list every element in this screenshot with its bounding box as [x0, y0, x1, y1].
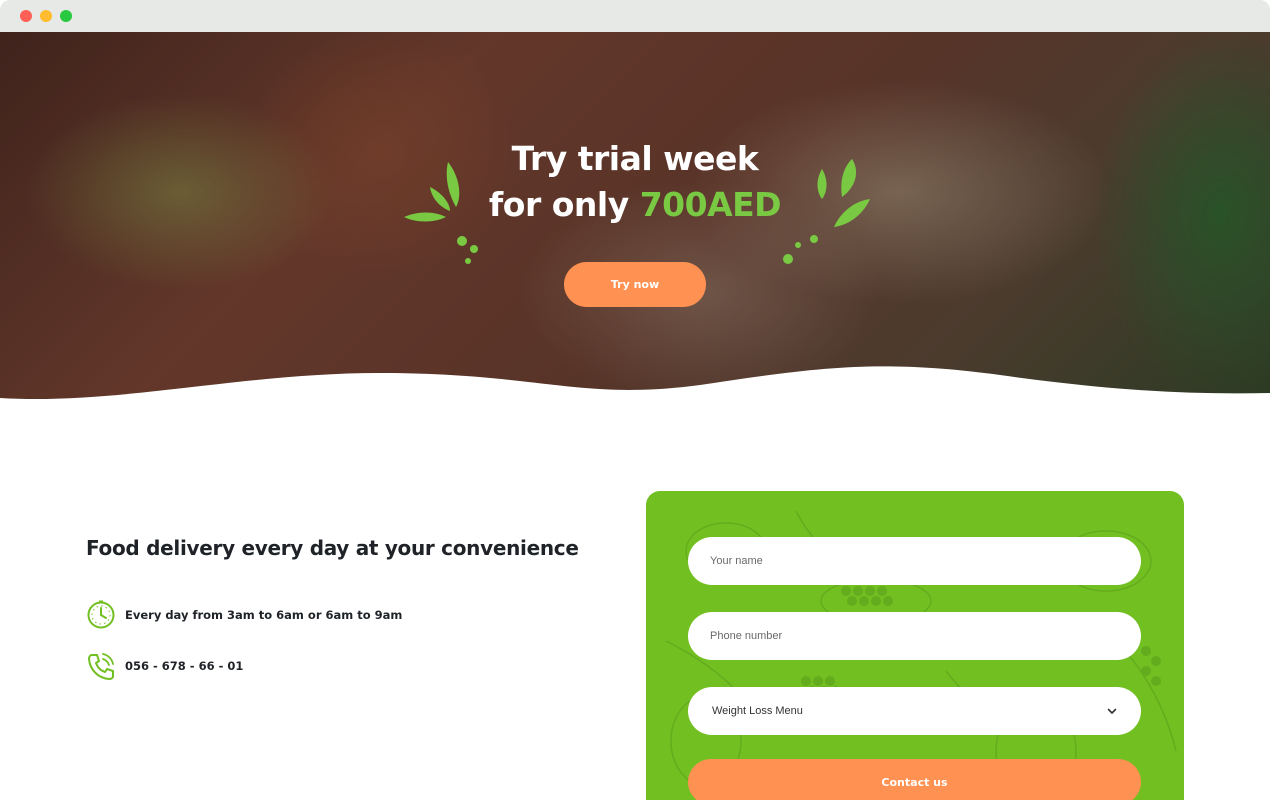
hero-title-line2-prefix: for only — [488, 185, 640, 224]
delivery-hours-text: Every day from 3am to 6am or 6am to 9am — [125, 608, 403, 622]
menu-select-value: Weight Loss Menu — [712, 705, 803, 717]
phone-icon — [88, 653, 114, 680]
maximize-window-button[interactable] — [60, 10, 72, 22]
phone-input[interactable] — [688, 612, 1141, 660]
menu-select[interactable]: Weight Loss Menu — [688, 687, 1141, 735]
chevron-down-icon — [1107, 708, 1117, 714]
contact-form: Weight Loss Menu Contact us — [646, 491, 1184, 800]
name-input[interactable] — [688, 537, 1141, 585]
hero-banner: Try trial week for only 700AED Try now — [0, 32, 1270, 412]
try-now-button[interactable]: Try now — [564, 262, 706, 307]
contact-us-button[interactable]: Contact us — [688, 759, 1141, 800]
close-window-button[interactable] — [20, 10, 32, 22]
hero-price: 700AED — [639, 185, 782, 224]
phone-row: 056 - 678 - 66 - 01 — [86, 651, 243, 681]
hero-title-line1: Try trial week — [511, 139, 759, 178]
window-titlebar — [0, 0, 1270, 32]
browser-window: Try trial week for only 700AED Try now F… — [0, 0, 1270, 800]
minimize-window-button[interactable] — [40, 10, 52, 22]
delivery-hours-row: Every day from 3am to 6am or 6am to 9am — [86, 600, 402, 630]
phone-number-link[interactable]: 056 - 678 - 66 - 01 — [125, 659, 243, 673]
hero-title: Try trial week for only 700AED — [0, 136, 1270, 228]
clock-icon — [87, 600, 115, 629]
delivery-heading: Food delivery every day at your convenie… — [86, 536, 579, 560]
hero-wave-divider — [0, 366, 1270, 412]
